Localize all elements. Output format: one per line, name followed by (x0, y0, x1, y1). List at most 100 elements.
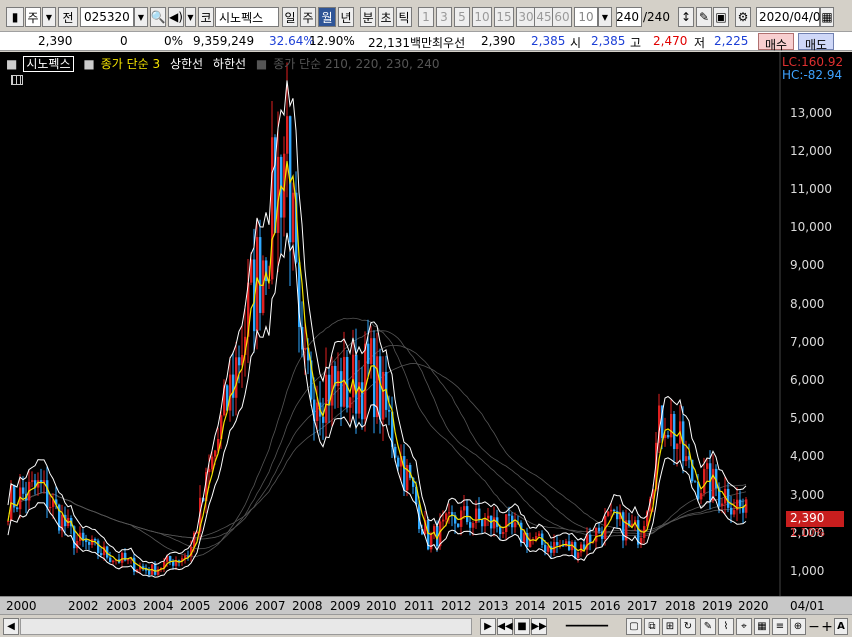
interval-15[interactable]: 15 (494, 7, 514, 27)
candle-body (580, 544, 583, 553)
candle-body (469, 522, 472, 528)
settings-icon[interactable]: ⚙ (735, 7, 751, 27)
auto-scale-icon[interactable]: A (834, 618, 848, 635)
copy-icon[interactable]: ⧉ (644, 618, 660, 635)
period-month[interactable]: 월 (318, 7, 336, 27)
candle-body (544, 544, 547, 552)
interval-dropdown-icon[interactable]: ▼ (598, 7, 612, 27)
candle-body (712, 468, 715, 501)
candle-body (16, 507, 19, 510)
legend-ma[interactable]: 종가 단순 3 (101, 57, 160, 71)
candle-body (499, 526, 502, 535)
upper-band-line (7, 80, 747, 565)
scroll-track[interactable] (20, 618, 472, 635)
x-tick-label: 04/01 (790, 599, 825, 613)
sound-dropdown-icon[interactable]: ▼ (185, 7, 196, 27)
stock-name: 시노펙스 (219, 10, 264, 25)
stop-icon[interactable]: ■ (514, 618, 530, 635)
zoom-out-icon[interactable]: − (808, 618, 820, 635)
y-tick-label: 10,000 (790, 220, 832, 235)
crosshair-icon[interactable]: ⊕ (790, 618, 806, 635)
interval-input[interactable]: 10 (574, 7, 598, 27)
grid-icon[interactable] (11, 75, 23, 85)
y-tick-label: 9,000 (790, 258, 825, 273)
candle-body (430, 533, 433, 550)
date-input[interactable]: 2020/04/01 (756, 7, 828, 27)
period-second-label: 초 (380, 10, 392, 25)
split-icon[interactable]: ↕ (678, 7, 694, 27)
zoom-in-icon[interactable]: + (821, 618, 833, 635)
y-tick-label: 4,000 (790, 449, 825, 464)
code-dropdown-icon[interactable]: ▼ (134, 7, 148, 27)
buy-label: 매수 (764, 38, 788, 52)
count-input[interactable]: 240 (616, 7, 642, 27)
candle-body (340, 371, 343, 407)
period-day[interactable]: 일 (282, 7, 298, 27)
candle-body (607, 511, 610, 516)
period-week-label: 주 (302, 10, 314, 25)
interval-3[interactable]: 3 (436, 7, 452, 27)
legend-upper[interactable]: 상한선 (170, 57, 203, 71)
period-select[interactable]: 주 (25, 7, 41, 27)
stock-name-field[interactable]: 시노펙스 (215, 7, 279, 27)
pen-icon[interactable]: ✎ (700, 618, 716, 635)
change-pct: 0% (164, 34, 184, 48)
ruler-icon[interactable]: ⌖ (736, 618, 752, 635)
window-icon[interactable]: ▢ (626, 618, 642, 635)
tools-icon[interactable]: ✎ (696, 7, 712, 27)
interval-5[interactable]: 5 (454, 7, 470, 27)
candle-body (574, 542, 577, 558)
sound-icon[interactable]: ◀) (168, 7, 184, 27)
chart-type-icon[interactable]: ▮ (6, 7, 24, 27)
legend-long-ma[interactable]: 종가 단순 210, 220, 230, 240 (273, 57, 439, 71)
market-button[interactable]: 코 (198, 7, 214, 27)
candle-body (31, 480, 34, 482)
x-axis: 2000 2002 2003 2004 2005 2006 2007 2008 2009 2010… (0, 596, 852, 614)
candle-body (346, 356, 349, 408)
interval-10[interactable]: 10 (472, 7, 492, 27)
candle-body (514, 522, 517, 528)
candle-body (121, 552, 124, 563)
list-icon[interactable]: ≡ (772, 618, 788, 635)
candle-body (472, 522, 475, 528)
draw-icon[interactable]: ⌇ (718, 618, 734, 635)
interval-30[interactable]: 30 (516, 7, 536, 27)
candle-body (445, 513, 448, 520)
interval-60[interactable]: 60 (552, 7, 572, 27)
rewind-icon[interactable]: ◀◀ (497, 618, 513, 635)
period-second[interactable]: 초 (378, 7, 394, 27)
code-input[interactable]: 025320 (80, 7, 134, 27)
candle-body (577, 552, 580, 558)
current-price-tag: 2,390 (786, 511, 844, 527)
calendar-icon[interactable]: ▦ (820, 7, 834, 27)
refresh-icon[interactable]: ↻ (680, 618, 696, 635)
zoom-icon[interactable]: ⊞ (662, 618, 678, 635)
y-tick-label: 8,000 (790, 296, 825, 311)
interval-45[interactable]: 45 (534, 7, 554, 27)
grid-toggle-icon[interactable]: ▦ (754, 618, 770, 635)
price-chart[interactable]: ■ 시노펙스 ■ 종가 단순 3 상한선 하한선 ■ 종가 단순 210, 220, … (0, 52, 852, 596)
speed-slider[interactable]: ━━━━━━━ (552, 618, 622, 635)
period-week[interactable]: 주 (300, 7, 316, 27)
legend-lower[interactable]: 하한선 (213, 57, 246, 71)
save-icon[interactable]: ▣ (713, 7, 729, 27)
candle-body (388, 409, 391, 412)
search-icon[interactable]: 🔍 (150, 7, 166, 27)
scroll-left-icon[interactable]: ◀ (3, 618, 19, 635)
candle-body (370, 338, 373, 364)
legend-stock-name[interactable]: 시노펙스 (23, 56, 74, 72)
candle-body (505, 514, 508, 533)
period-dropdown-icon[interactable]: ▼ (42, 7, 56, 27)
interval-1[interactable]: 1 (418, 7, 434, 27)
forward-icon[interactable]: ▶▶ (531, 618, 547, 635)
pref-price: 2,390 (481, 34, 516, 48)
play-icon[interactable]: ▶ (480, 618, 496, 635)
buy-button[interactable]: 매수 (758, 33, 794, 52)
prev-button[interactable]: 전 (58, 7, 78, 27)
candle-body (676, 443, 679, 450)
period-year[interactable]: 년 (338, 7, 354, 27)
period-tick[interactable]: 틱 (396, 7, 412, 27)
sell-button[interactable]: 매도 (798, 33, 834, 52)
change-value: 0 (120, 34, 128, 48)
period-minute[interactable]: 분 (360, 7, 376, 27)
